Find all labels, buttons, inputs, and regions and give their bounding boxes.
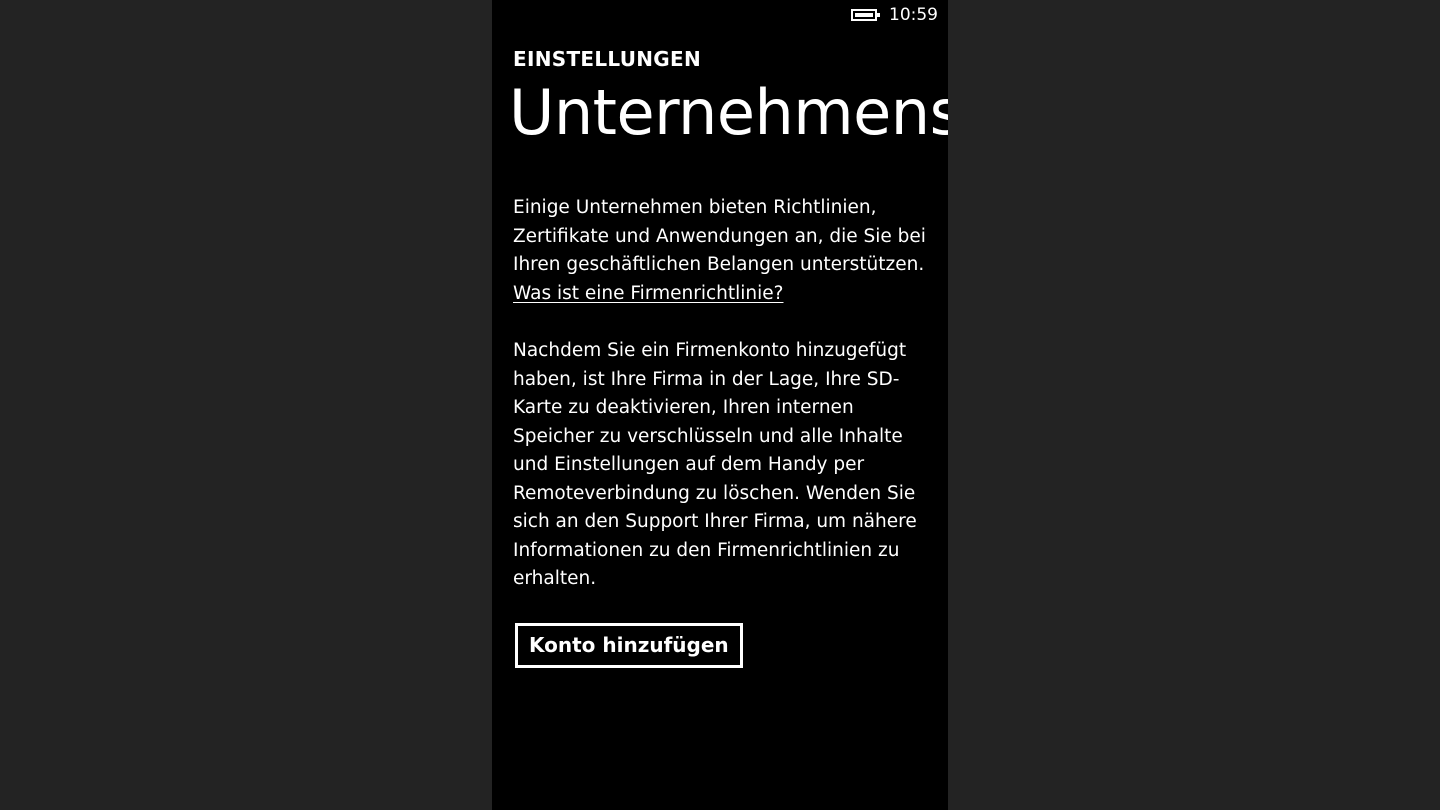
status-bar: 10:59 [851,0,938,30]
paragraph-details: Nachdem Sie ein Firmenkonto hinzugefügt … [513,340,917,589]
page-title: Unternehmens- [509,76,948,149]
content: Einige Unternehmen bieten Richtlinien, Z… [513,194,933,623]
battery-icon [851,9,880,21]
app-title: EINSTELLUNGEN [513,47,702,71]
paragraph-intro-text: Einige Unternehmen bieten Richtlinien, Z… [513,197,926,275]
paragraph-intro: Einige Unternehmen bieten Richtlinien, Z… [513,194,933,308]
clock: 10:59 [889,5,938,25]
add-account-button[interactable]: Konto hinzufügen [515,623,743,668]
phone-screen: 10:59 EINSTELLUNGEN Unternehmens- Einige… [492,0,948,810]
policy-info-link[interactable]: Was ist eine Firmenrichtlinie? [513,283,783,304]
